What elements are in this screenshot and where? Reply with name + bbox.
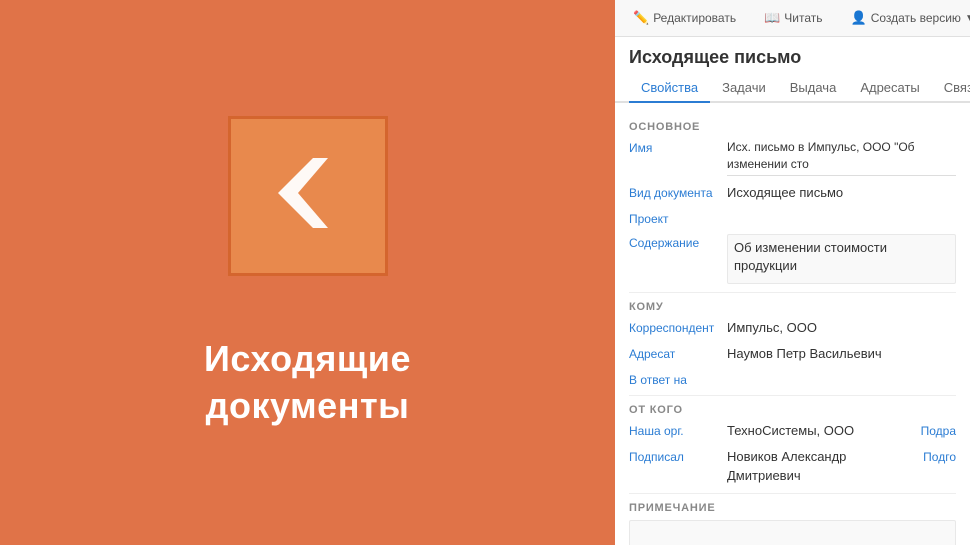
prop-value-our-org: ТехноСистемы, ООО: [727, 422, 913, 440]
prop-label-doctype[interactable]: Вид документа: [629, 184, 719, 200]
props-content[interactable]: ОСНОВНОЕ Имя Исх. письмо в Импульс, ООО …: [615, 103, 970, 545]
prop-label-in-reply[interactable]: В ответ на: [629, 371, 719, 387]
read-button[interactable]: 📖 Читать: [756, 6, 830, 30]
divider-3: [629, 493, 956, 494]
prop-extra-our-org[interactable]: Подра: [921, 422, 956, 438]
prop-label-content[interactable]: Содержание: [629, 234, 719, 250]
prop-value-signed: Новиков Александр Дмитриевич: [727, 448, 915, 484]
prop-row-in-reply: В ответ на: [629, 371, 956, 387]
create-version-button[interactable]: 👤 Создать версию ▼: [843, 6, 970, 30]
logo-icon: [253, 138, 363, 253]
logo-box: [228, 116, 388, 276]
prop-row-content: Содержание Об изменении стоимости продук…: [629, 234, 956, 284]
prop-value-name: Исх. письмо в Импульс, ООО "Об изменении…: [727, 139, 956, 176]
prop-value-doctype: Исходящее письмо: [727, 184, 956, 202]
prop-label-addressee[interactable]: Адресат: [629, 345, 719, 361]
tab-tasks[interactable]: Задачи: [710, 74, 778, 103]
prop-row-doctype: Вид документа Исходящее письмо: [629, 184, 956, 202]
prop-row-project: Проект: [629, 210, 956, 226]
section-header-main: ОСНОВНОЕ: [629, 121, 956, 133]
prop-label-signed[interactable]: Подписал: [629, 448, 719, 464]
prop-extra-signed[interactable]: Подго: [923, 448, 956, 464]
prop-label-project[interactable]: Проект: [629, 210, 719, 226]
prop-label-correspondent[interactable]: Корреспондент: [629, 319, 719, 335]
version-icon: 👤: [851, 10, 867, 26]
prop-row-name: Имя Исх. письмо в Импульс, ООО "Об измен…: [629, 139, 956, 176]
tab-bar: Свойства Задачи Выдача Адресаты Связи И: [615, 74, 970, 103]
read-icon: 📖: [764, 10, 780, 26]
tab-issue[interactable]: Выдача: [778, 74, 849, 103]
prop-value-addressee: Наумов Петр Васильевич: [727, 345, 956, 363]
prop-row-addressee: Адресат Наумов Петр Васильевич: [629, 345, 956, 363]
left-panel: Исходящие документы: [0, 0, 615, 545]
prop-label-our-org[interactable]: Наша орг.: [629, 422, 719, 438]
edit-button[interactable]: ✏️ Редактировать: [625, 6, 744, 30]
prop-row-our-org: Наша орг. ТехноСистемы, ООО Подра: [629, 422, 956, 440]
tab-properties[interactable]: Свойства: [629, 74, 710, 103]
prop-value-note: [629, 520, 956, 545]
right-panel: ✏️ Редактировать 📖 Читать 👤 Создать верс…: [615, 0, 970, 545]
dropdown-arrow: ▼: [965, 13, 970, 24]
prop-row-correspondent: Корреспондент Импульс, ООО: [629, 319, 956, 337]
divider-2: [629, 395, 956, 396]
prop-label-name[interactable]: Имя: [629, 139, 719, 155]
toolbar: ✏️ Редактировать 📖 Читать 👤 Создать верс…: [615, 0, 970, 37]
prop-value-correspondent: Импульс, ООО: [727, 319, 956, 337]
section-header-from: ОТ КОГО: [629, 404, 956, 416]
doc-title: Исходящее письмо: [615, 37, 970, 74]
tab-addresses[interactable]: Адресаты: [848, 74, 931, 103]
section-header-to: КОМУ: [629, 301, 956, 313]
prop-row-signed: Подписал Новиков Александр Дмитриевич По…: [629, 448, 956, 484]
divider-1: [629, 292, 956, 293]
tab-links[interactable]: Связи: [932, 74, 970, 103]
edit-icon: ✏️: [633, 10, 649, 26]
prop-value-content: Об изменении стоимости продукции: [727, 234, 956, 284]
section-header-note: ПРИМЕЧАНИЕ: [629, 502, 956, 514]
left-title: Исходящие документы: [204, 336, 411, 430]
